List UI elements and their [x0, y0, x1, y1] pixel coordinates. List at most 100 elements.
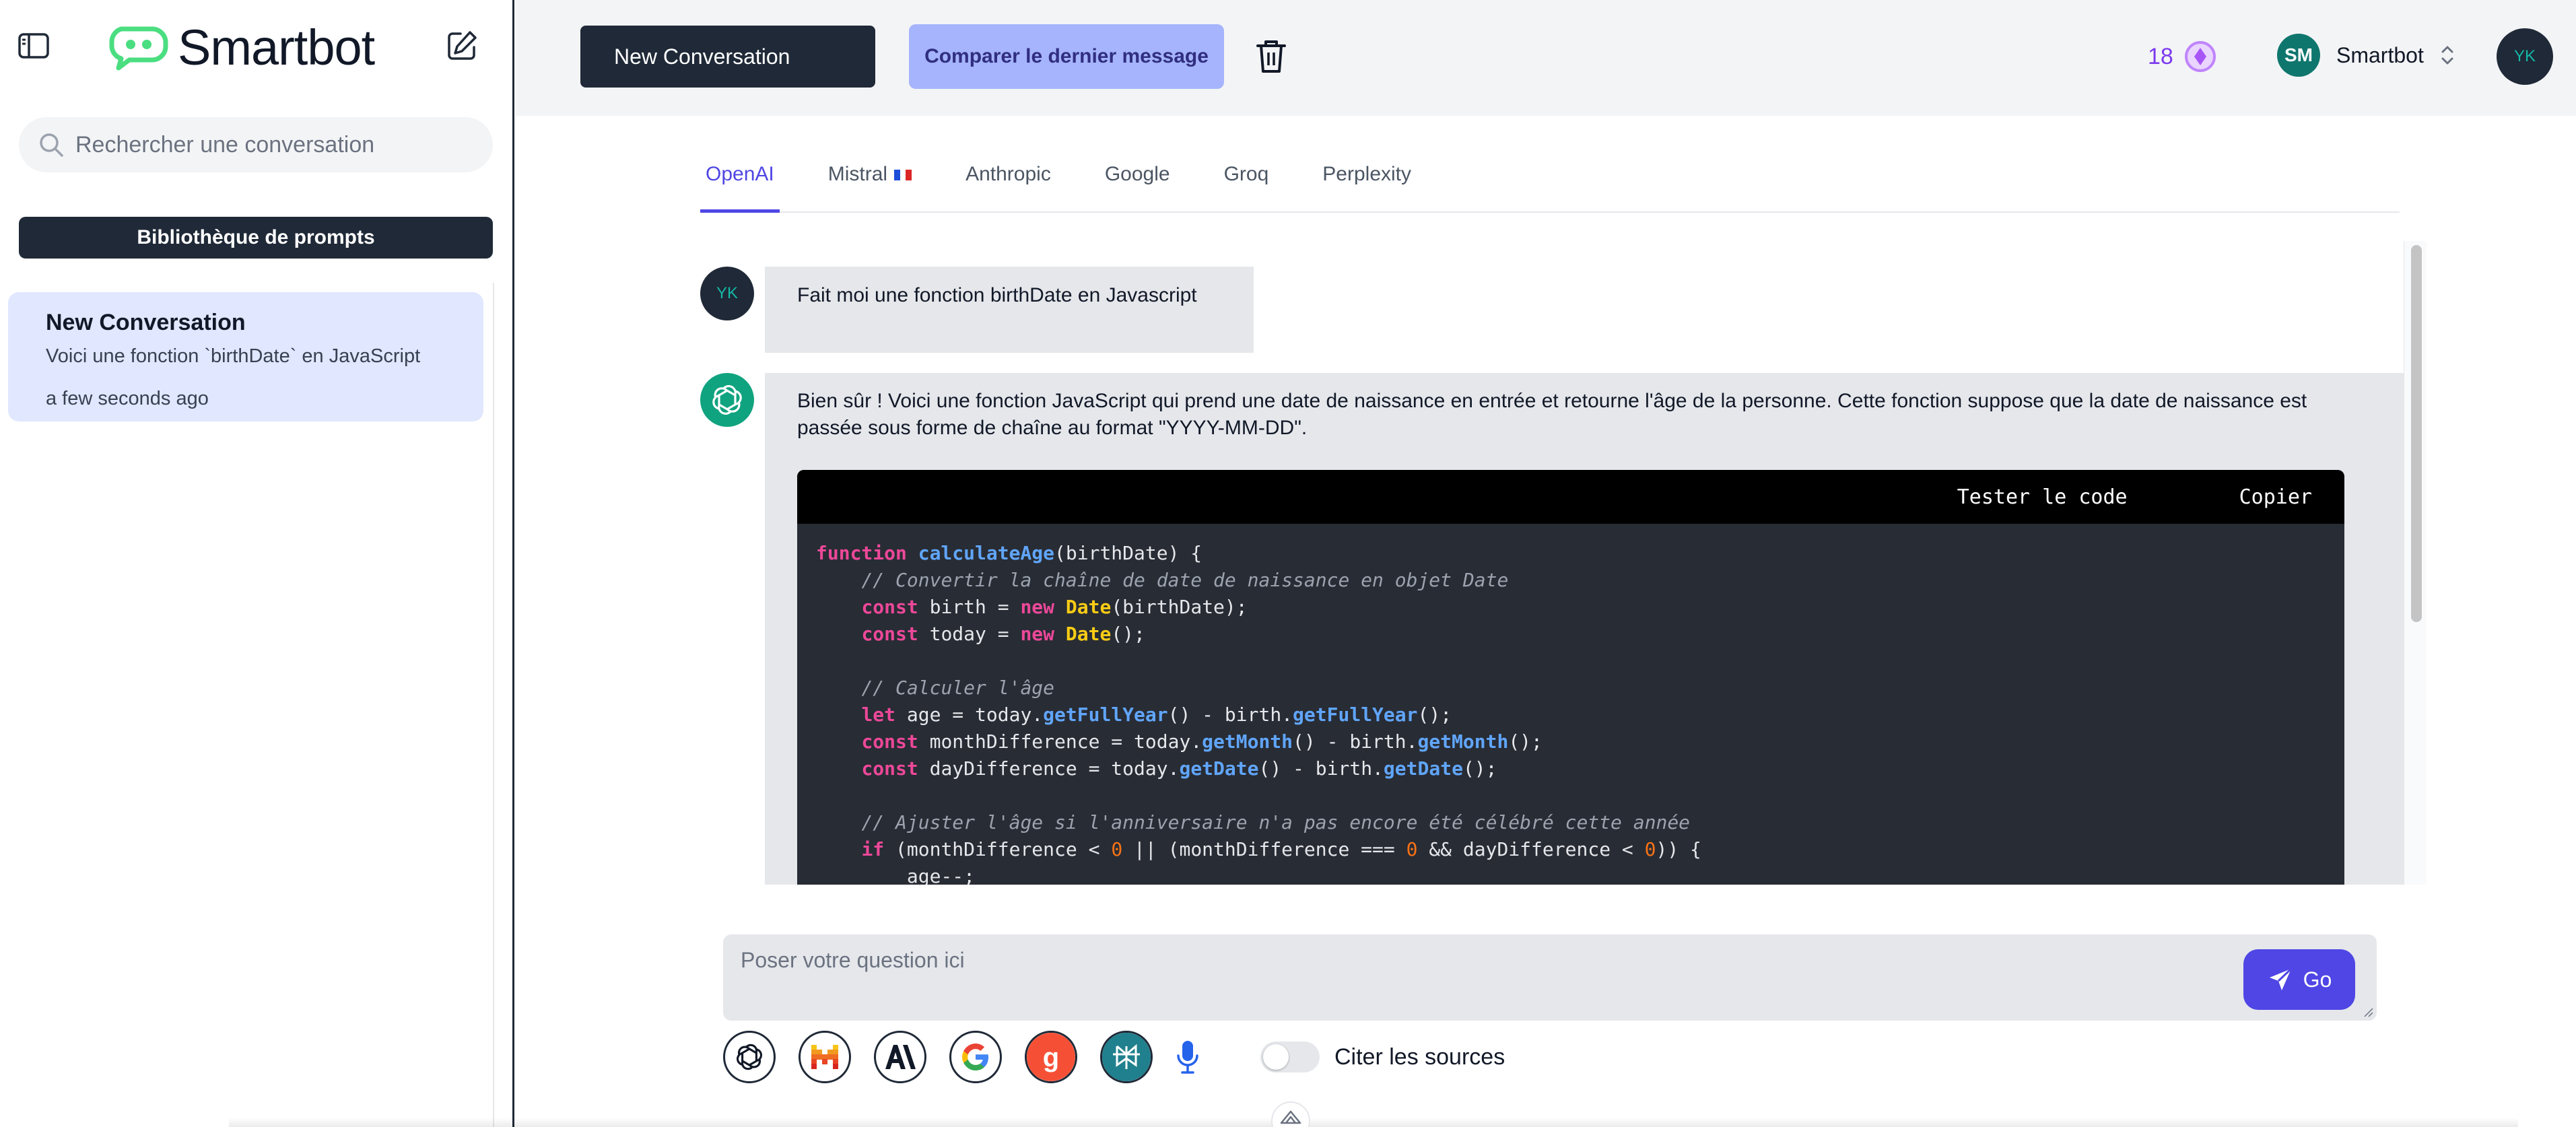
- code-token: getDate: [1179, 757, 1259, 780]
- conversation-name-input[interactable]: [580, 26, 875, 88]
- code-token: ();: [1508, 730, 1543, 753]
- prompt-library-button[interactable]: Bibliothèque de prompts: [19, 217, 493, 259]
- chevron-up-down-icon: [2441, 46, 2453, 65]
- conversation-time: a few seconds ago: [46, 388, 209, 409]
- code-token: Date: [1065, 623, 1112, 645]
- code-token: if: [861, 838, 885, 860]
- tab-label: OpenAI: [706, 163, 774, 185]
- send-icon: [2269, 967, 2292, 990]
- code-line: ​: [816, 782, 2326, 809]
- top-bar: Comparer le dernier message 18 SM Smartb…: [516, 0, 2576, 116]
- code-token: const: [861, 757, 918, 780]
- app-name: Smartbot: [178, 19, 375, 75]
- user-message: Fait moi une fonction birthDate en Javas…: [765, 267, 1254, 353]
- perplexity-model-icon[interactable]: [1100, 1031, 1153, 1083]
- code-token: )) {: [1656, 838, 1701, 860]
- code-token: getFullYear: [1043, 704, 1168, 726]
- code-token: () - birth.: [1167, 704, 1293, 726]
- tab-google[interactable]: Google: [1099, 159, 1176, 213]
- tab-perplexity[interactable]: Perplexity: [1317, 159, 1417, 213]
- code-line: function calculateAge(birthDate) {: [816, 540, 2326, 567]
- sidebar: Smartbot Bibliothèque de prompts New Con…: [0, 0, 514, 1127]
- code-line: age--;: [816, 863, 2326, 885]
- code-token: getDate: [1383, 757, 1463, 780]
- code-line: // Calculer l'âge: [816, 675, 2326, 702]
- groq-model-icon[interactable]: g: [1025, 1031, 1077, 1083]
- conversation-item[interactable]: New Conversation Voici une fonction `bir…: [8, 292, 483, 421]
- resize-grip-icon[interactable]: [2363, 1007, 2374, 1018]
- test-code-button[interactable]: Tester le code: [1957, 485, 2128, 509]
- account-switcher[interactable]: SM Smartbot: [2277, 31, 2456, 79]
- delete-conversation-icon[interactable]: [1254, 38, 1289, 75]
- microphone-icon[interactable]: [1173, 1038, 1202, 1076]
- message-scrollbar[interactable]: [2404, 241, 2427, 885]
- code-line: const dayDifference = today.getDate() - …: [816, 755, 2326, 782]
- mistral-model-icon[interactable]: [799, 1031, 851, 1083]
- conversation-title: New Conversation: [46, 310, 246, 335]
- toggle-knob: [1263, 1044, 1289, 1070]
- user-message-avatar: YK: [700, 267, 754, 320]
- tab-mistral[interactable]: Mistral: [823, 159, 917, 213]
- code-token: age--;: [816, 865, 976, 885]
- code-line: const birth = new Date(birthDate);: [816, 594, 2326, 621]
- code-token: // Calculer l'âge: [861, 677, 1055, 699]
- code-line: ​: [816, 648, 2326, 675]
- cite-sources-toggle[interactable]: [1260, 1041, 1320, 1072]
- code-token: 0: [1644, 838, 1656, 860]
- openai-model-icon[interactable]: [723, 1031, 776, 1083]
- compare-last-message-button[interactable]: Comparer le dernier message: [909, 24, 1224, 89]
- conversation-list: New Conversation Voici une fonction `bir…: [0, 283, 494, 1127]
- send-label: Go: [2303, 967, 2332, 992]
- provider-tabs: OpenAI Mistral Anthropic Google Groq Per…: [700, 159, 2400, 213]
- scroll-bottom-icon[interactable]: [1271, 1101, 1310, 1127]
- code-token: Date: [1065, 596, 1112, 618]
- code-token: ();: [1417, 704, 1452, 726]
- code-token: const: [861, 730, 918, 753]
- code-content: function calculateAge(birthDate) { // Co…: [797, 524, 2344, 885]
- code-token: age = today.: [895, 704, 1044, 726]
- tab-label: Google: [1104, 163, 1170, 185]
- code-token: function: [816, 542, 907, 564]
- code-block: Tester le code Copier function calculate…: [797, 470, 2344, 885]
- code-token: getFullYear: [1293, 704, 1418, 726]
- tab-groq[interactable]: Groq: [1219, 159, 1275, 213]
- code-token: (birthDate);: [1111, 596, 1248, 618]
- anthropic-model-icon[interactable]: [874, 1031, 926, 1083]
- scrollbar-thumb[interactable]: [2411, 245, 2422, 622]
- account-avatar: SM: [2277, 34, 2320, 77]
- new-conversation-icon[interactable]: [444, 28, 479, 63]
- search-icon: [40, 133, 63, 157]
- search-input[interactable]: [75, 131, 479, 158]
- credits-coin-icon: [2184, 41, 2216, 72]
- code-line: const today = new Date();: [816, 621, 2326, 648]
- assistant-message-text: Bien sûr ! Voici une fonction JavaScript…: [797, 390, 2307, 439]
- credits-counter[interactable]: 18: [2148, 39, 2216, 74]
- code-token: (birthDate) {: [1054, 542, 1202, 564]
- user-avatar[interactable]: YK: [2497, 28, 2553, 85]
- copy-code-button[interactable]: Copier: [2239, 485, 2312, 509]
- sidebar-toggle-icon[interactable]: [18, 32, 50, 59]
- code-token: ();: [1111, 623, 1145, 645]
- send-button[interactable]: Go: [2243, 949, 2355, 1010]
- message-thread: YK Fait moi une fonction birthDate en Ja…: [698, 241, 2427, 885]
- svg-text:g: g: [1043, 1043, 1059, 1072]
- code-token: getMonth: [1417, 730, 1509, 753]
- code-token: getMonth: [1202, 730, 1293, 753]
- tab-openai[interactable]: OpenAI: [700, 159, 780, 213]
- question-input[interactable]: [741, 948, 2222, 1009]
- code-token: new: [1020, 596, 1055, 618]
- google-model-icon[interactable]: [949, 1031, 1002, 1083]
- tab-anthropic[interactable]: Anthropic: [960, 159, 1056, 213]
- code-token: (monthDifference <: [884, 838, 1112, 860]
- code-token: new: [1020, 623, 1055, 645]
- code-token: && dayDifference <: [1417, 838, 1645, 860]
- conversation-search: [19, 117, 493, 172]
